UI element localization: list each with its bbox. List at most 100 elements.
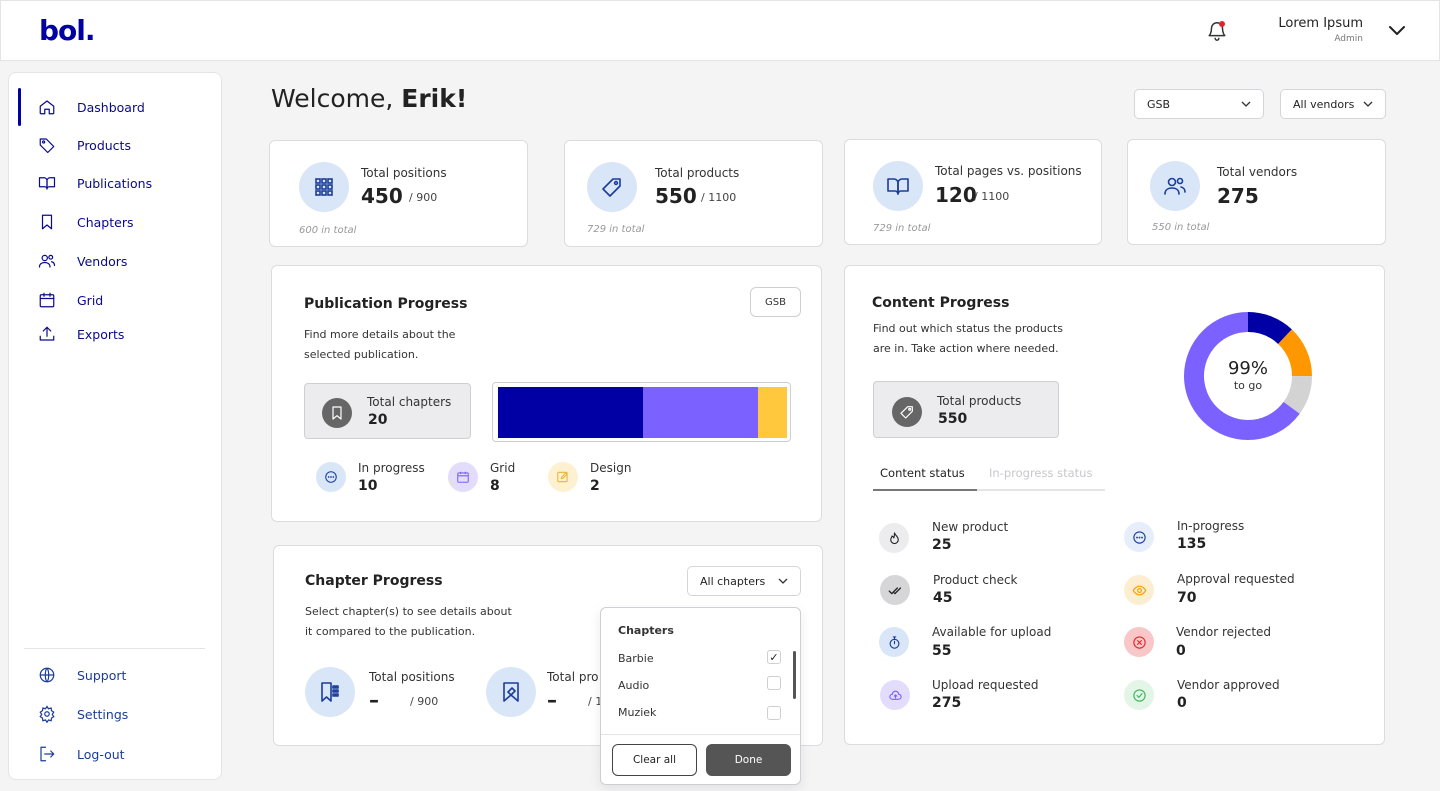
sidebar-item-exports[interactable]: Exports bbox=[38, 323, 213, 345]
upload-icon bbox=[39, 326, 55, 341]
total-products-label: Total products bbox=[937, 394, 1022, 408]
dropdown-scrollbar[interactable] bbox=[793, 651, 796, 699]
clear-all-button[interactable]: Clear all bbox=[612, 744, 697, 776]
legend-icon-in-progress bbox=[316, 462, 346, 492]
bookmark-grid-icon bbox=[321, 682, 339, 702]
stat-icon bbox=[299, 162, 349, 212]
checkbox-muziek[interactable] bbox=[767, 706, 781, 720]
home-icon bbox=[39, 100, 55, 115]
progress-segment-design bbox=[758, 387, 787, 438]
total-products-value: 550 bbox=[938, 411, 968, 427]
double-check-icon bbox=[888, 586, 901, 594]
status-value: 0 bbox=[1176, 643, 1186, 659]
user-name[interactable]: Lorem Ipsum bbox=[1240, 16, 1363, 31]
stat-label: Total positions bbox=[369, 670, 455, 684]
status-icon-upload-requested bbox=[880, 680, 910, 710]
sidebar-item-vendors[interactable]: Vendors bbox=[38, 250, 213, 272]
sidebar-item-grid[interactable]: Grid bbox=[38, 289, 213, 311]
sidebar-item-support[interactable]: Support bbox=[38, 664, 213, 686]
sidebar-divider bbox=[24, 648, 205, 649]
chevron-down-icon[interactable] bbox=[1386, 22, 1408, 40]
gear-icon bbox=[39, 705, 55, 723]
tab-content-status[interactable]: Content status bbox=[880, 466, 965, 480]
x-circle-icon bbox=[1132, 635, 1146, 649]
status-label: Vendor approved bbox=[1177, 678, 1280, 692]
status-label: New product bbox=[932, 520, 1009, 534]
status-value: 70 bbox=[1177, 590, 1197, 606]
bol-logo[interactable]: bol. bbox=[39, 14, 96, 47]
status-icon-available-for-upload bbox=[879, 627, 909, 657]
stat-value: – bbox=[547, 688, 557, 712]
chapters-select-value: All chapters bbox=[700, 574, 766, 588]
sidebar-item-label: Dashboard bbox=[77, 99, 145, 115]
edit-icon bbox=[557, 471, 568, 483]
stat-value: – bbox=[369, 688, 379, 712]
legend-value: 2 bbox=[590, 478, 600, 494]
stat-icon bbox=[873, 161, 923, 211]
done-button[interactable]: Done bbox=[706, 744, 791, 776]
stat-of: / 1 bbox=[588, 695, 600, 708]
eye-icon bbox=[1132, 585, 1146, 595]
checkbox-barbie[interactable]: ✓ bbox=[767, 650, 781, 664]
status-label: Upload requested bbox=[932, 678, 1039, 692]
legend-value: 8 bbox=[490, 478, 500, 494]
bookmark-icon bbox=[41, 214, 53, 230]
check-icon: ✓ bbox=[769, 650, 779, 664]
checkbox-audio[interactable] bbox=[767, 676, 781, 690]
status-value: 55 bbox=[932, 643, 952, 659]
stat-icon bbox=[587, 162, 637, 212]
flame-icon bbox=[889, 531, 899, 544]
dropdown-item-audio[interactable]: Audio bbox=[618, 679, 649, 692]
sidebar-item-label: Grid bbox=[77, 292, 104, 308]
status-label: Vendor rejected bbox=[1176, 625, 1272, 639]
stat-foot: 600 in total bbox=[299, 225, 357, 236]
publication-badge[interactable]: GSB bbox=[750, 287, 801, 317]
progress-segment-in-progress bbox=[498, 387, 643, 438]
chapters-select[interactable]: All chapters bbox=[687, 566, 801, 596]
desc-line: Find out which status the products bbox=[873, 322, 1063, 335]
tag-icon bbox=[39, 138, 55, 154]
stat-of: / 1100 bbox=[701, 191, 737, 204]
stat-value: 275 bbox=[1217, 184, 1259, 208]
tab-in-progress-status[interactable]: In-progress status bbox=[989, 466, 1092, 480]
tab-active-indicator bbox=[873, 489, 977, 491]
welcome-heading: Welcome, Erik! bbox=[271, 84, 467, 113]
sidebar-item-logout[interactable]: Log-out bbox=[38, 743, 213, 765]
sidebar-item-dashboard[interactable]: Dashboard bbox=[38, 96, 213, 118]
donut-percent: 99% bbox=[1227, 358, 1268, 379]
sidebar-item-settings[interactable]: Settings bbox=[38, 703, 213, 725]
desc-line: are in. Take action where needed. bbox=[873, 342, 1059, 355]
desc-line: Find more details about the bbox=[304, 328, 456, 341]
stat-label: Total prod bbox=[547, 670, 599, 684]
dropdown-item-barbie[interactable]: Barbie bbox=[618, 652, 654, 665]
tag-icon bbox=[602, 178, 621, 197]
publication-select-value: GSB bbox=[1147, 97, 1171, 111]
status-icon-product-check bbox=[880, 575, 910, 605]
desc-line: selected publication. bbox=[304, 348, 419, 361]
legend-icon-design bbox=[548, 462, 578, 492]
legend-value: 10 bbox=[358, 478, 378, 494]
stat-value: 120 bbox=[935, 183, 977, 207]
sidebar-active-indicator bbox=[18, 88, 21, 126]
globe-icon bbox=[39, 667, 55, 683]
bookmark-icon-circle bbox=[322, 398, 352, 428]
sidebar-item-label: Log-out bbox=[77, 746, 125, 762]
stat-label: Total pages vs. positions bbox=[935, 164, 1082, 178]
dropdown-divider bbox=[601, 734, 800, 735]
vendors-select[interactable]: All vendors bbox=[1280, 89, 1386, 119]
section-desc: Select chapter(s) to see details about it… bbox=[305, 602, 512, 642]
sidebar-item-products[interactable]: Products bbox=[38, 134, 213, 156]
status-value: 135 bbox=[1177, 536, 1207, 552]
sidebar-item-chapters[interactable]: Chapters bbox=[38, 211, 213, 233]
chevron-down-icon bbox=[1241, 101, 1251, 107]
status-value: 275 bbox=[932, 695, 962, 711]
grid-icon bbox=[315, 178, 333, 196]
stat-foot: 550 in total bbox=[1152, 222, 1210, 233]
publication-progress-bar bbox=[498, 387, 787, 438]
publication-select[interactable]: GSB bbox=[1134, 89, 1264, 119]
status-icon-approval-requested bbox=[1124, 575, 1154, 605]
dropdown-item-muziek[interactable]: Muziek bbox=[618, 706, 656, 719]
sidebar-item-publications[interactable]: Publications bbox=[38, 172, 213, 194]
tag-icon-circle bbox=[892, 397, 922, 427]
sidebar-item-label: Support bbox=[77, 667, 127, 683]
